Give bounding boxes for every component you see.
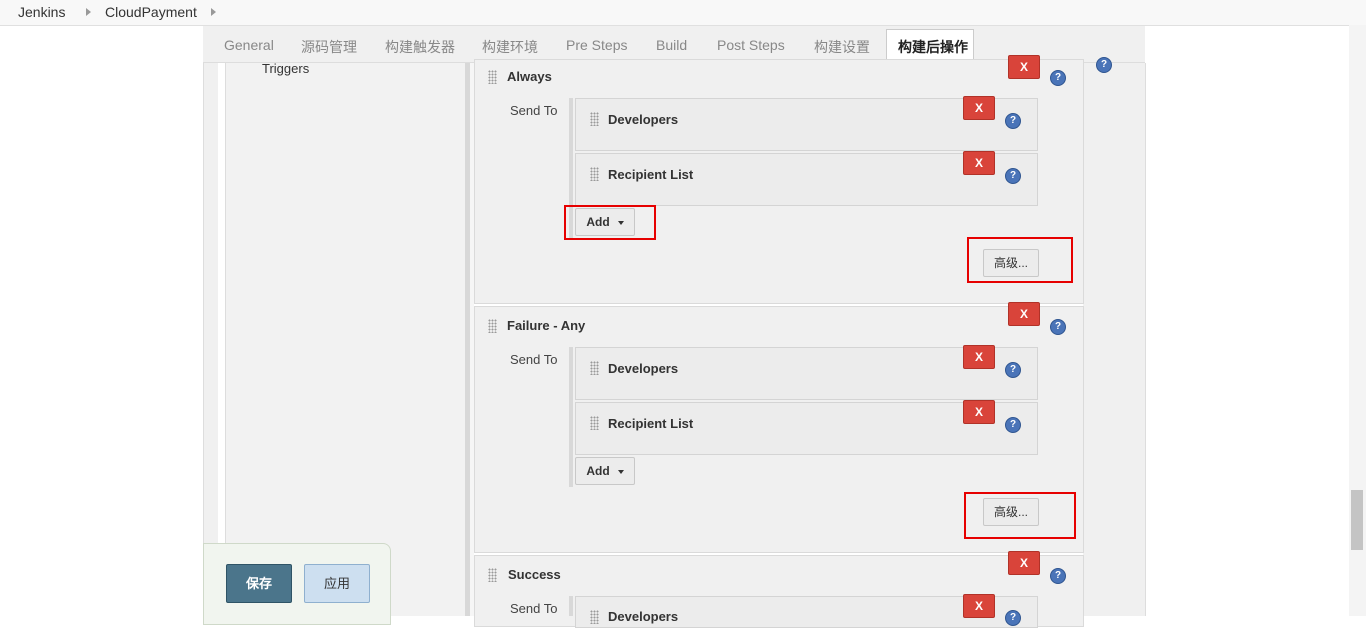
- tab-build-environment[interactable]: 构建环境: [482, 37, 538, 57]
- recipient-label: Recipient List: [608, 167, 694, 182]
- trigger-title: Failure - Any: [507, 318, 586, 333]
- apply-button[interactable]: 应用: [304, 564, 370, 603]
- recipient-label: Recipient List: [608, 416, 694, 431]
- tab-pre-steps[interactable]: Pre Steps: [566, 37, 627, 53]
- recipient-label: Developers: [608, 609, 679, 624]
- tab-build-triggers[interactable]: 构建触发器: [385, 37, 455, 57]
- drag-handle-icon[interactable]: [590, 361, 599, 375]
- left-config-column: Triggers: [225, 61, 466, 616]
- breadcrumb-cloudpayment[interactable]: CloudPayment: [105, 4, 197, 20]
- help-icon[interactable]: ?: [1050, 568, 1066, 584]
- trigger-title: Success: [508, 567, 561, 582]
- left-gutter: [218, 63, 225, 616]
- drag-handle-icon[interactable]: [488, 70, 497, 84]
- tab-build[interactable]: Build: [656, 37, 687, 53]
- delete-recipient-button[interactable]: X: [963, 400, 995, 424]
- drag-handle-icon[interactable]: [590, 112, 599, 126]
- scrollbar-thumb[interactable]: [1351, 490, 1363, 550]
- help-icon[interactable]: ?: [1096, 57, 1112, 73]
- delete-recipient-button[interactable]: X: [963, 594, 995, 618]
- help-icon[interactable]: ?: [1005, 168, 1021, 184]
- help-icon[interactable]: ?: [1050, 70, 1066, 86]
- drag-handle-icon[interactable]: [590, 167, 599, 181]
- highlight-box: [564, 205, 656, 240]
- recipient-label: Developers: [608, 361, 679, 376]
- tab-build-settings[interactable]: 构建设置: [814, 37, 870, 57]
- right-help-column: ?: [1083, 57, 1146, 616]
- help-icon[interactable]: ?: [1050, 319, 1066, 335]
- chevron-down-icon: [617, 469, 624, 474]
- delete-recipient-button[interactable]: X: [963, 151, 995, 175]
- delete-recipient-button[interactable]: X: [963, 96, 995, 120]
- help-icon[interactable]: ?: [1005, 362, 1021, 378]
- add-recipient-button[interactable]: Add: [575, 457, 635, 485]
- drag-handle-icon[interactable]: [488, 568, 497, 582]
- help-icon[interactable]: ?: [1005, 610, 1021, 626]
- delete-trigger-button[interactable]: X: [1008, 55, 1040, 79]
- send-to-label: Send To: [510, 352, 558, 367]
- breadcrumb: Jenkins CloudPayment: [0, 0, 1366, 26]
- drag-handle-icon[interactable]: [590, 610, 599, 624]
- help-icon[interactable]: ?: [1005, 417, 1021, 433]
- highlight-box: [964, 492, 1076, 539]
- send-to-bracket: [569, 347, 573, 487]
- add-label: Add: [586, 464, 610, 478]
- send-to-bracket: [569, 596, 573, 616]
- breadcrumb-arrow-icon[interactable]: [86, 8, 91, 16]
- drag-handle-icon[interactable]: [590, 416, 599, 430]
- tab-general[interactable]: General: [224, 37, 274, 53]
- send-to-label: Send To: [510, 103, 558, 118]
- delete-trigger-button[interactable]: X: [1008, 302, 1040, 326]
- highlight-box: [967, 237, 1073, 283]
- send-to-label: Send To: [510, 601, 558, 616]
- triggers-label: Triggers: [262, 61, 310, 76]
- delete-recipient-button[interactable]: X: [963, 345, 995, 369]
- left-frame: [203, 63, 219, 616]
- recipient-label: Developers: [608, 112, 679, 127]
- help-icon[interactable]: ?: [1005, 113, 1021, 129]
- delete-trigger-button[interactable]: X: [1008, 551, 1040, 575]
- trigger-title: Always: [507, 69, 552, 84]
- tab-source-management[interactable]: 源码管理: [301, 37, 357, 57]
- tab-post-build-actions[interactable]: 构建后操作: [898, 37, 968, 57]
- save-button[interactable]: 保存: [226, 564, 292, 603]
- tab-post-steps[interactable]: Post Steps: [717, 37, 785, 53]
- breadcrumb-jenkins[interactable]: Jenkins: [18, 4, 65, 20]
- drag-handle-icon[interactable]: [488, 319, 497, 333]
- breadcrumb-arrow-icon[interactable]: [211, 8, 216, 16]
